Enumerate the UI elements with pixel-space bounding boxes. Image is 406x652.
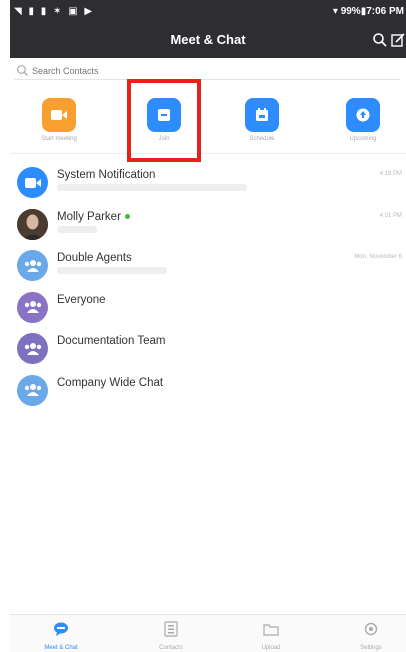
chat-row-company-wide-chat[interactable]: Company Wide Chat (10, 370, 406, 412)
chat-name: Double Agents (57, 252, 132, 264)
schedule-label: Schedule (249, 136, 275, 142)
group-icon (24, 259, 41, 272)
user-photo-icon (17, 208, 48, 240)
contacts-icon (164, 621, 178, 637)
join-label: Join (158, 136, 170, 142)
chat-name: Documentation Team (57, 335, 166, 347)
bottom-tab-bar: Meet & Chat Contacts Upload Settings (10, 614, 406, 652)
video-camera-icon (51, 110, 67, 120)
avatar (17, 250, 48, 281)
quick-actions: Start meeting Join Schedule Upcoming (10, 90, 406, 154)
gear-icon (364, 622, 378, 636)
tab-label: Meet & Chat (44, 645, 78, 651)
chat-name: System Notification (57, 169, 156, 181)
upcoming-button[interactable]: Upcoming (333, 98, 393, 142)
join-plus-icon (158, 109, 170, 121)
tab-label: Settings (360, 645, 382, 651)
folder-icon (263, 624, 279, 636)
chat-name: Company Wide Chat (57, 376, 164, 389)
tab-meet-chat[interactable]: Meet & Chat (26, 621, 96, 651)
share-screen-icon (356, 108, 370, 122)
join-button[interactable]: Join (134, 98, 194, 142)
chat-name: Molly Parker (57, 211, 130, 223)
schedule-tile[interactable] (245, 98, 279, 132)
schedule-button[interactable]: Schedule (232, 98, 292, 142)
avatar (17, 208, 48, 240)
avatar (17, 333, 48, 364)
chat-name: Everyone (57, 293, 106, 306)
start-meeting-label: Start meeting (41, 136, 77, 142)
zoom-icon (24, 177, 41, 188)
tab-upload[interactable]: Upload (236, 621, 306, 651)
top-bar: ◥ ▮ ▮ ✶ ▣ ▶ ▾ 99%▮7:06 PM Meet & Chat (10, 0, 406, 58)
status-right: ▾ 99%▮7:06 PM (332, 6, 404, 17)
chat-time: 4:18 PM (379, 171, 402, 177)
message-preview (57, 184, 247, 191)
compose-icon[interactable] (390, 32, 406, 48)
tab-label: Contacts (159, 645, 183, 651)
group-icon (24, 342, 41, 355)
search-bar[interactable] (14, 62, 400, 80)
chat-list: System Notification 4:18 PM Molly Parker… (10, 162, 406, 411)
chat-row-double-agents[interactable]: Double Agents Mon, November 6 (10, 245, 406, 287)
tab-contacts[interactable]: Contacts (136, 621, 206, 651)
search-icon[interactable] (372, 32, 388, 48)
upcoming-tile[interactable] (346, 98, 380, 132)
join-tile[interactable] (147, 98, 181, 132)
online-status-icon (124, 213, 130, 219)
group-icon (24, 384, 41, 396)
start-meeting-tile[interactable] (42, 98, 76, 132)
message-preview (57, 267, 167, 274)
group-icon (24, 301, 41, 313)
tab-settings[interactable]: Settings (336, 621, 406, 651)
upcoming-label: Upcoming (349, 136, 377, 142)
calendar-icon (256, 108, 268, 121)
status-bar: ◥ ▮ ▮ ✶ ▣ ▶ ▾ 99%▮7:06 PM (10, 6, 406, 20)
chat-row-molly-parker[interactable]: Molly Parker 4:01 PM (10, 204, 406, 246)
avatar (17, 291, 48, 323)
chat-row-documentation-team[interactable]: Documentation Team (10, 328, 406, 370)
status-icons: ◥ ▮ ▮ ✶ ▣ ▶ (14, 6, 95, 17)
search-input[interactable] (32, 64, 372, 78)
tab-label: Upload (261, 645, 281, 651)
chat-row-system-notification[interactable]: System Notification 4:18 PM (10, 162, 406, 204)
avatar (17, 167, 48, 198)
message-preview (57, 225, 97, 233)
chat-row-everyone[interactable]: Everyone (10, 287, 406, 329)
search-icon (17, 65, 28, 76)
app-frame: ◥ ▮ ▮ ✶ ▣ ▶ ▾ 99%▮7:06 PM Meet & Chat Se… (10, 0, 406, 652)
chat-bubble-icon (54, 622, 68, 636)
chat-time: Mon, November 6 (354, 254, 402, 260)
avatar (17, 374, 48, 406)
page-title: Meet & Chat (170, 32, 246, 47)
start-meeting-button[interactable]: Start meeting (29, 98, 89, 142)
chat-time: 4:01 PM (379, 212, 402, 219)
